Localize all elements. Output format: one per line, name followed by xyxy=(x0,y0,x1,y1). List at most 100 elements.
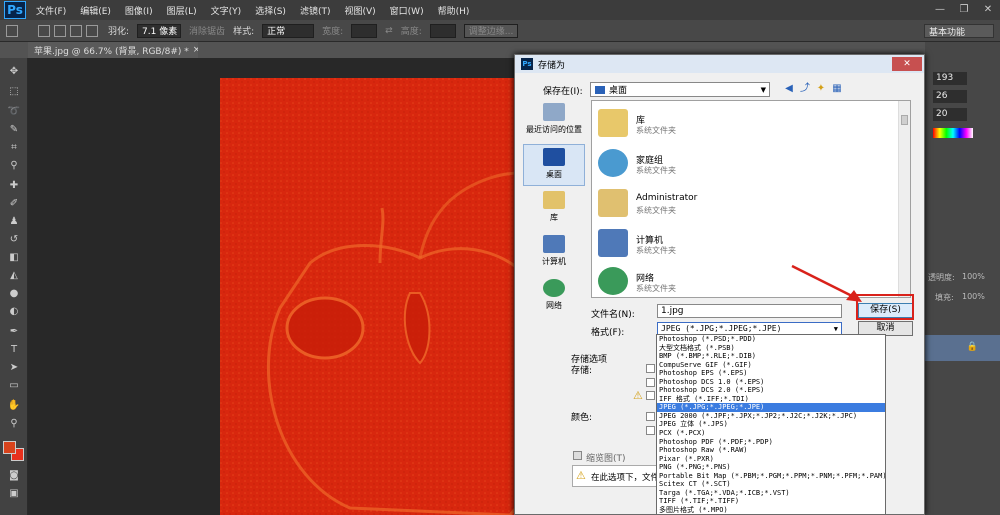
format-option[interactable]: PNG (*.PNG;*.PNS) xyxy=(657,463,885,472)
menu-help[interactable]: 帮助(H) xyxy=(438,4,470,17)
place-desktop[interactable]: 桌面 xyxy=(523,144,585,186)
thumbnail-checkbox[interactable] xyxy=(573,451,582,460)
feather-input[interactable]: 7.1 像素 xyxy=(137,23,182,38)
menu-image[interactable]: 图像(I) xyxy=(125,4,153,17)
height-input[interactable] xyxy=(429,23,456,38)
close-icon[interactable]: ✕ xyxy=(976,0,1000,18)
view-menu-icon[interactable]: ▦ xyxy=(831,83,843,95)
save-in-select[interactable]: 桌面 ▼ xyxy=(590,82,770,97)
menu-edit[interactable]: 编辑(E) xyxy=(80,4,111,17)
format-option[interactable]: Photoshop PDF (*.PDF;*.PDP) xyxy=(657,438,885,447)
swap-icon[interactable]: ⇄ xyxy=(385,26,393,36)
blur-tool-icon[interactable]: ● xyxy=(7,288,21,300)
tab-close-icon[interactable]: × xyxy=(193,45,198,55)
menu-layer[interactable]: 图层(L) xyxy=(167,4,197,17)
format-option[interactable]: JPEG 立体 (*.JPS) xyxy=(657,420,885,429)
format-option[interactable]: BMP (*.BMP;*.RLE;*.DIB) xyxy=(657,352,885,361)
new-selection-icon[interactable] xyxy=(38,24,50,37)
color-value-r[interactable]: 193 xyxy=(933,72,967,85)
hand-tool-icon[interactable]: ✋ xyxy=(7,400,21,412)
healing-tool-icon[interactable]: ✚ xyxy=(7,180,21,192)
width-input[interactable] xyxy=(351,23,378,38)
scrollbar-thumb[interactable] xyxy=(901,115,908,125)
dodge-tool-icon[interactable]: ◐ xyxy=(7,306,21,318)
add-selection-icon[interactable] xyxy=(54,24,66,37)
maximize-icon[interactable]: ❐ xyxy=(952,0,976,18)
foreground-color-swatch[interactable] xyxy=(3,441,16,454)
save-option-checkbox[interactable] xyxy=(646,378,655,387)
list-item[interactable]: 计算机 系统文件夹 xyxy=(596,225,896,263)
format-option[interactable]: Photoshop EPS (*.EPS) xyxy=(657,369,885,378)
place-library[interactable]: 库 xyxy=(523,188,585,230)
document-tab[interactable]: 苹果.jpg @ 66.7% (背景, RGB/8#) * × xyxy=(28,42,198,58)
format-option[interactable]: Pixar (*.PXR) xyxy=(657,455,885,464)
style-select[interactable]: 正常 xyxy=(262,23,315,38)
shape-tool-icon[interactable]: ▭ xyxy=(7,380,21,392)
format-option[interactable]: TIFF (*.TIF;*.TIFF) xyxy=(657,497,885,506)
format-dropdown-list[interactable]: Photoshop (*.PSD;*.PDD) 大型文档格式 (*.PSB) BMP… xyxy=(656,334,886,515)
gradient-tool-icon[interactable]: ◭ xyxy=(7,270,21,282)
quick-mask-icon[interactable]: ◙ xyxy=(7,470,21,482)
format-option[interactable]: Portable Bit Map (*.PBM;*.PGM;*.PPM;*.PN… xyxy=(657,472,885,481)
list-item[interactable]: 库 系统文件夹 xyxy=(596,105,896,143)
list-item[interactable]: Administrator 系统文件夹 xyxy=(596,185,896,223)
menu-select[interactable]: 选择(S) xyxy=(255,4,286,17)
eraser-tool-icon[interactable]: ◧ xyxy=(7,252,21,264)
format-option[interactable]: CompuServe GIF (*.GIF) xyxy=(657,361,885,370)
format-option[interactable]: Targa (*.TGA;*.VDA;*.ICB;*.VST) xyxy=(657,489,885,498)
path-select-tool-icon[interactable]: ➤ xyxy=(7,362,21,374)
format-option[interactable]: IFF 格式 (*.IFF;*.TDI) xyxy=(657,395,885,404)
menu-view[interactable]: 视图(V) xyxy=(344,4,375,17)
dialog-close-button[interactable]: ✕ xyxy=(892,57,922,71)
fill-value[interactable]: 100% xyxy=(962,292,985,301)
place-network[interactable]: 网络 xyxy=(523,276,585,318)
crop-tool-icon[interactable]: ⌗ xyxy=(7,142,21,154)
workspace-preset-select[interactable]: 基本功能 xyxy=(924,24,994,38)
minimize-icon[interactable]: — xyxy=(928,0,952,18)
format-option[interactable]: Photoshop Raw (*.RAW) xyxy=(657,446,885,455)
format-option[interactable]: Scitex CT (*.SCT) xyxy=(657,480,885,489)
menu-filter[interactable]: 滤镜(T) xyxy=(300,4,331,17)
quick-select-tool-icon[interactable]: ✎ xyxy=(7,124,21,136)
pen-tool-icon[interactable]: ✒ xyxy=(7,326,21,338)
format-option[interactable]: 大型文档格式 (*.PSB) xyxy=(657,344,885,353)
up-folder-icon[interactable]: ⤴ xyxy=(799,83,811,95)
place-recent[interactable]: 最近访问的位置 xyxy=(523,100,585,142)
screen-mode-icon[interactable]: ▣ xyxy=(7,488,21,500)
list-item[interactable]: 家庭组 系统文件夹 xyxy=(596,145,896,183)
save-option-checkbox[interactable] xyxy=(646,364,655,373)
brush-tool-icon[interactable]: ✐ xyxy=(7,198,21,210)
format-option[interactable]: Photoshop (*.PSD;*.PDD) xyxy=(657,335,885,344)
color-spectrum[interactable] xyxy=(933,128,973,138)
format-option[interactable]: JPEG 2000 (*.JPF;*.JPX;*.JP2;*.J2C;*.J2K… xyxy=(657,412,885,421)
refine-edge-button[interactable]: 调整边缘... xyxy=(463,23,519,38)
format-option[interactable]: 多图片格式 (*.MPO) xyxy=(657,506,885,514)
marquee-tool-icon[interactable]: ⬚ xyxy=(7,86,21,98)
history-brush-tool-icon[interactable]: ↺ xyxy=(7,234,21,246)
back-icon[interactable]: ◀ xyxy=(783,83,795,95)
antialias-checkbox[interactable]: 消除锯齿 xyxy=(189,24,225,37)
new-folder-icon[interactable]: ✦ xyxy=(815,83,827,95)
color-option-checkbox[interactable] xyxy=(646,412,655,421)
layer-row-background[interactable]: 🔒 xyxy=(925,335,1000,361)
place-computer[interactable]: 计算机 xyxy=(523,232,585,274)
eyedropper-tool-icon[interactable]: ⚲ xyxy=(7,160,21,172)
marquee-tool-icon[interactable] xyxy=(6,24,18,37)
format-option[interactable]: JPEG (*.JPG;*.JPEG;*.JPE) xyxy=(657,403,885,412)
file-list-scrollbar[interactable] xyxy=(898,101,910,297)
format-option[interactable]: PCX (*.PCX) xyxy=(657,429,885,438)
save-option-checkbox[interactable] xyxy=(646,391,655,400)
stamp-tool-icon[interactable]: ♟ xyxy=(7,216,21,228)
menu-type[interactable]: 文字(Y) xyxy=(211,4,242,17)
format-option[interactable]: Photoshop DCS 2.0 (*.EPS) xyxy=(657,386,885,395)
color-value-g[interactable]: 26 xyxy=(933,90,967,103)
color-value-b[interactable]: 20 xyxy=(933,108,967,121)
lasso-tool-icon[interactable]: ➰ xyxy=(7,106,21,118)
zoom-tool-icon[interactable]: ⚲ xyxy=(7,418,21,430)
color-option-checkbox[interactable] xyxy=(646,426,655,435)
type-tool-icon[interactable]: T xyxy=(7,344,21,356)
subtract-selection-icon[interactable] xyxy=(70,24,82,37)
menu-file[interactable]: 文件(F) xyxy=(36,4,66,17)
format-option[interactable]: Photoshop DCS 1.0 (*.EPS) xyxy=(657,378,885,387)
opacity-value[interactable]: 100% xyxy=(962,272,985,281)
